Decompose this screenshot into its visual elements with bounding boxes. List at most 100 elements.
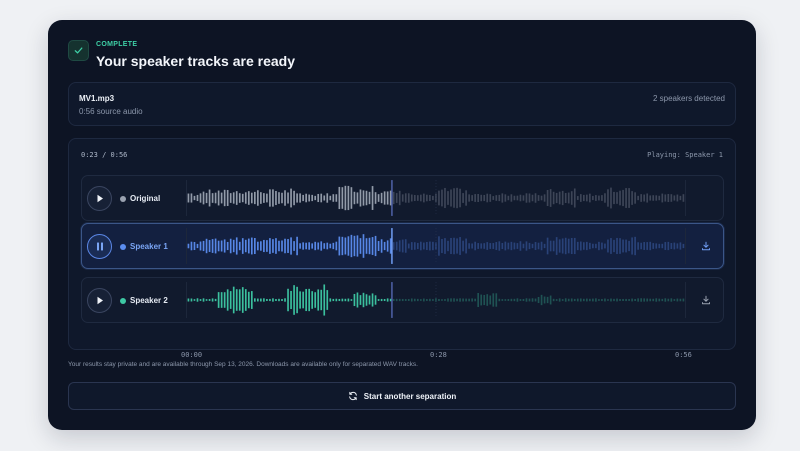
download-button[interactable] xyxy=(698,292,714,308)
waveform-bar xyxy=(229,291,232,309)
waveform-bar xyxy=(193,299,196,301)
waveform-bar xyxy=(371,186,374,210)
waveform-bar xyxy=(441,299,443,301)
waveform-bar xyxy=(395,298,398,302)
waveform-bar xyxy=(281,240,283,252)
play-button[interactable] xyxy=(87,186,112,211)
waveform-bar xyxy=(232,286,235,314)
waveform-bar xyxy=(350,187,353,209)
waveform-bar xyxy=(576,298,579,302)
waveform-bar xyxy=(549,295,552,305)
waveform-bar xyxy=(643,242,646,250)
waveform-bar xyxy=(513,242,516,250)
waveform-bar xyxy=(356,235,359,257)
download-button[interactable] xyxy=(698,238,714,254)
waveform-bar xyxy=(598,241,600,251)
waveform-bar xyxy=(480,194,483,202)
waveform-bar xyxy=(676,298,679,302)
waveform-bar xyxy=(501,193,504,203)
waveform-bar xyxy=(498,298,501,302)
waveform-bar xyxy=(398,190,401,206)
axis-label-end: 0:56 xyxy=(675,351,692,359)
waveform-bar xyxy=(386,298,389,302)
download-icon xyxy=(702,295,710,305)
waveform-bar xyxy=(208,240,211,252)
waveform-bar xyxy=(299,291,301,309)
waveform-bar xyxy=(413,298,416,302)
waveform-bar xyxy=(570,237,573,255)
waveform-bar xyxy=(471,243,473,249)
waveform-bar xyxy=(552,298,555,302)
waveform-bar xyxy=(670,194,673,202)
waveform-bar xyxy=(655,243,658,249)
waveform-bar xyxy=(625,188,627,208)
waveform-bar xyxy=(317,289,320,311)
waveform-bar xyxy=(272,189,274,207)
waveform-bar xyxy=(199,299,202,301)
waveform-bar xyxy=(546,189,549,207)
waveform-bar xyxy=(407,243,410,249)
speakers-detected: 2 speakers detected xyxy=(652,94,725,103)
waveform[interactable] xyxy=(186,282,686,318)
waveform-bar xyxy=(625,239,627,253)
waveform-bar xyxy=(423,298,425,302)
waveform-bar xyxy=(643,194,646,202)
waveform-bar xyxy=(528,193,531,203)
waveform-bar xyxy=(480,294,483,306)
waveform-bar xyxy=(498,194,501,202)
playhead[interactable] xyxy=(391,228,393,264)
waveform-bar xyxy=(323,243,326,249)
waveform-bar xyxy=(341,236,344,256)
waveform-bar xyxy=(540,195,543,201)
playhead[interactable] xyxy=(391,180,393,216)
waveform-bar xyxy=(438,236,440,256)
waveform-bar xyxy=(368,191,371,205)
waveform-bar xyxy=(573,298,576,302)
waveform-bar xyxy=(573,237,576,255)
results-card: COMPLETE Your speaker tracks are ready M… xyxy=(48,20,756,430)
waveform-bar xyxy=(589,298,591,302)
waveform-bar xyxy=(374,295,377,305)
waveform-bar xyxy=(377,241,380,251)
waveform-bar xyxy=(447,298,449,302)
track-speaker-2: Speaker 2 xyxy=(81,277,724,323)
playhead[interactable] xyxy=(391,282,393,318)
waveform-bar xyxy=(456,238,458,254)
waveform-bar xyxy=(531,194,534,202)
waveform-bar xyxy=(202,191,205,205)
waveform-bar xyxy=(392,242,395,250)
waveform[interactable] xyxy=(186,180,686,216)
waveform-bar xyxy=(592,298,594,302)
waveform-bar xyxy=(495,195,498,201)
waveform-bar xyxy=(522,243,525,249)
waveform-bar xyxy=(462,193,464,203)
waveform-bar xyxy=(254,298,256,302)
waveform-bar xyxy=(235,237,238,255)
waveform-bar xyxy=(362,292,365,308)
waveform-bar xyxy=(232,192,235,204)
waveform-bar xyxy=(226,289,229,311)
track-label: Speaker 2 xyxy=(130,296,168,305)
play-icon xyxy=(96,190,104,208)
play-button[interactable] xyxy=(87,288,112,313)
waveform-bar xyxy=(610,298,612,302)
waveform-bar xyxy=(444,238,446,254)
waveform-bar xyxy=(190,241,193,251)
waveform-bar xyxy=(631,237,633,255)
check-icon xyxy=(68,40,89,61)
waveform-bar xyxy=(579,298,582,302)
waveform-bar xyxy=(537,242,540,250)
waveform-bar xyxy=(335,241,338,251)
waveform-bar xyxy=(561,190,564,206)
waveform-bar xyxy=(392,191,395,205)
waveform-bar xyxy=(465,238,467,254)
waveform-bar xyxy=(247,291,250,309)
pause-button[interactable] xyxy=(87,234,112,259)
waveform-bar xyxy=(589,193,591,203)
start-another-separation-button[interactable]: Start another separation xyxy=(68,382,736,410)
waveform-bar xyxy=(555,299,558,301)
waveform-bar xyxy=(546,237,549,255)
track-original: Original xyxy=(81,175,724,221)
waveform[interactable] xyxy=(186,228,686,264)
waveform-bar xyxy=(241,193,244,203)
